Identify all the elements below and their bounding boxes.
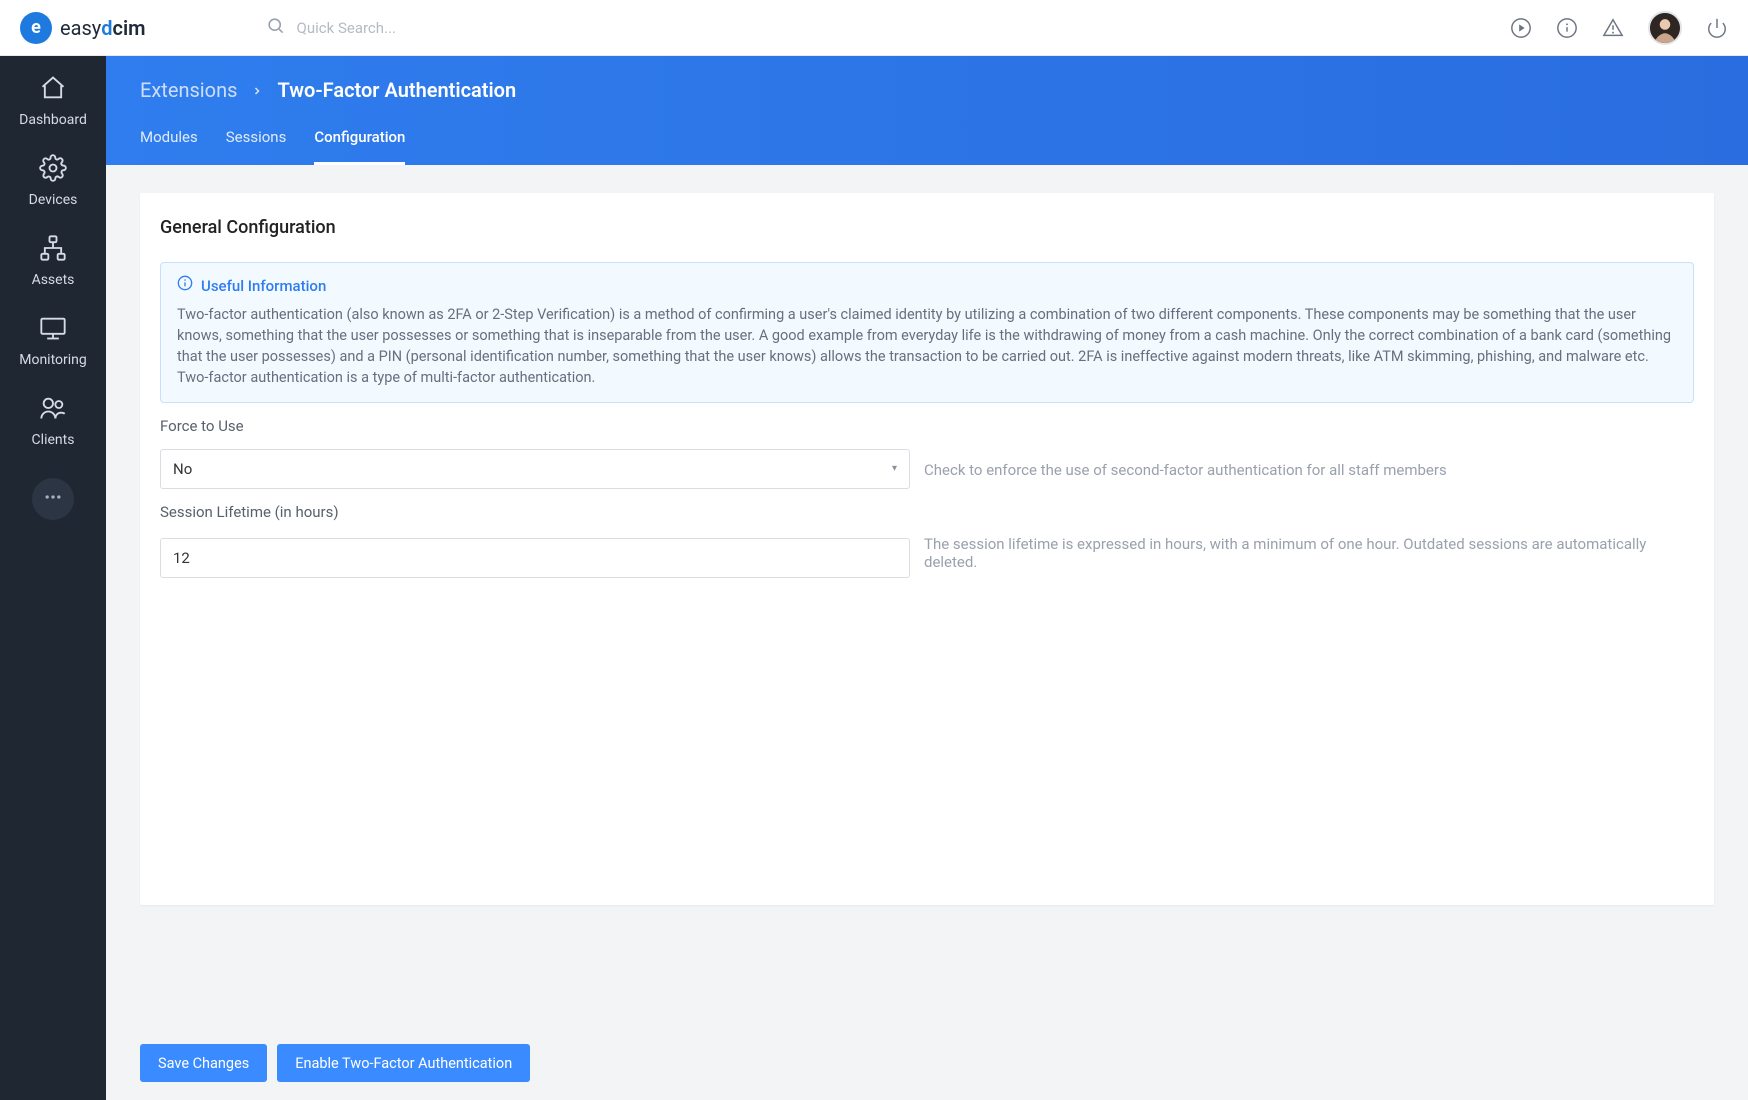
brand-mark-icon: e xyxy=(20,12,52,44)
breadcrumb-root[interactable]: Extensions xyxy=(140,78,237,102)
search-input[interactable] xyxy=(297,19,617,37)
ellipsis-icon xyxy=(43,487,63,511)
sidebar-item-label: Clients xyxy=(32,432,75,448)
info-icon[interactable] xyxy=(1556,17,1578,39)
sidebar-item-label: Devices xyxy=(29,192,78,208)
brand-text: easydcim xyxy=(60,16,146,40)
config-panel: General Configuration Useful Information… xyxy=(140,193,1714,905)
search-icon xyxy=(266,16,285,39)
chevron-down-icon: ▾ xyxy=(892,463,897,474)
sidebar-more-button[interactable] xyxy=(32,478,74,520)
page-header: Extensions Two-Factor Authentication Mod… xyxy=(106,56,1748,165)
breadcrumb: Extensions Two-Factor Authentication xyxy=(140,78,1714,102)
chevron-right-icon xyxy=(251,78,263,102)
session-lifetime-input[interactable] xyxy=(160,538,910,578)
tab-configuration[interactable]: Configuration xyxy=(314,128,405,165)
sidebar-item-label: Assets xyxy=(32,272,75,288)
alert-icon[interactable] xyxy=(1602,17,1624,39)
play-icon[interactable] xyxy=(1510,17,1532,39)
info-circle-icon xyxy=(177,275,193,298)
power-icon[interactable] xyxy=(1706,17,1728,39)
select-value: No xyxy=(173,460,192,478)
alert-body: Two-factor authentication (also known as… xyxy=(177,304,1677,388)
info-alert: Useful Information Two-factor authentica… xyxy=(160,262,1694,403)
tab-bar: Modules Sessions Configuration xyxy=(140,128,1714,165)
sidebar-item-clients[interactable]: Clients xyxy=(32,394,75,448)
brand-logo[interactable]: e easydcim xyxy=(20,12,146,44)
monitor-icon xyxy=(39,314,67,346)
session-lifetime-label: Session Lifetime (in hours) xyxy=(160,503,1694,521)
enable-2fa-button[interactable]: Enable Two-Factor Authentication xyxy=(277,1044,530,1082)
tab-modules[interactable]: Modules xyxy=(140,128,198,165)
sidebar-item-assets[interactable]: Assets xyxy=(32,234,75,288)
gear-icon xyxy=(39,154,67,186)
sidebar: Dashboard Devices Assets Monitoring Clie… xyxy=(0,56,106,1100)
sidebar-item-label: Dashboard xyxy=(19,112,87,128)
sidebar-item-devices[interactable]: Devices xyxy=(29,154,78,208)
content-area: General Configuration Useful Information… xyxy=(106,165,1748,1100)
sidebar-item-monitoring[interactable]: Monitoring xyxy=(19,314,87,368)
users-icon xyxy=(39,394,67,426)
force-to-use-select[interactable]: No ▾ xyxy=(160,449,910,489)
force-to-use-label: Force to Use xyxy=(160,417,1694,435)
breadcrumb-current: Two-Factor Authentication xyxy=(277,78,516,102)
main: Extensions Two-Factor Authentication Mod… xyxy=(106,56,1748,1100)
alert-title: Useful Information xyxy=(201,276,326,298)
global-search[interactable] xyxy=(266,16,617,39)
session-lifetime-help: The session lifetime is expressed in hou… xyxy=(924,535,1694,581)
topbar: e easydcim xyxy=(0,0,1748,56)
home-icon xyxy=(39,74,67,106)
network-icon xyxy=(39,234,67,266)
sidebar-item-dashboard[interactable]: Dashboard xyxy=(19,74,87,128)
topbar-actions xyxy=(1510,11,1728,45)
action-bar: Save Changes Enable Two-Factor Authentic… xyxy=(140,1044,530,1082)
force-to-use-help: Check to enforce the use of second-facto… xyxy=(924,461,1447,489)
sidebar-item-label: Monitoring xyxy=(19,352,87,368)
tab-sessions[interactable]: Sessions xyxy=(226,128,287,165)
save-button[interactable]: Save Changes xyxy=(140,1044,267,1082)
avatar[interactable] xyxy=(1648,11,1682,45)
panel-title: General Configuration xyxy=(160,217,1694,238)
